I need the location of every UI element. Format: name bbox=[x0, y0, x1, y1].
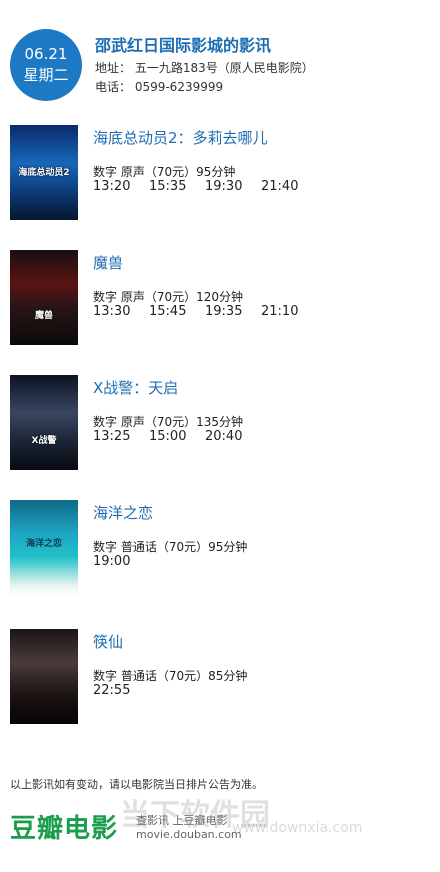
movie-item: 海洋之恋 海洋之恋 数字 普通话（70元）95分钟 19:00 bbox=[10, 500, 430, 596]
logo-url[interactable]: movie.douban.com bbox=[136, 828, 242, 841]
movie-info: 数字 原声（70元）95分钟 bbox=[93, 165, 236, 179]
douban-movie-logo[interactable]: 豆瓣电影 bbox=[10, 808, 118, 845]
logo-slogan: 查影讯 上豆瓣电影 bbox=[136, 814, 228, 827]
movie-info: 数字 原声（70元）135分钟 bbox=[93, 415, 243, 429]
showtime: 22:55 bbox=[93, 683, 131, 698]
showtimes: 13:20 15:35 19:30 21:40 bbox=[93, 179, 317, 194]
movie-title[interactable]: 海底总动员2：多莉去哪儿 bbox=[93, 127, 268, 148]
cinema-address: 地址： 五一九路183号（原人民电影院） bbox=[95, 61, 314, 75]
cinema-name[interactable]: 邵武红日国际影城的影讯 bbox=[95, 32, 271, 56]
showtimes: 13:25 15:00 20:40 bbox=[93, 429, 261, 444]
movie-item: X战警 X战警：天启 数字 原声（70元）135分钟 13:25 15:00 20:… bbox=[10, 375, 430, 471]
showtime: 21:10 bbox=[261, 304, 299, 319]
movie-title[interactable]: 魔兽 bbox=[93, 252, 123, 273]
date-text: 06.21 bbox=[24, 45, 68, 63]
cinema-phone[interactable]: 电话： 0599-6239999 bbox=[95, 78, 223, 95]
showtime: 19:00 bbox=[93, 554, 131, 569]
date-badge: 06.21 星期二 bbox=[10, 29, 82, 101]
poster-title: X战警 bbox=[31, 436, 57, 446]
showtime: 13:20 bbox=[93, 179, 131, 194]
showtime: 19:35 bbox=[205, 304, 243, 319]
movie-item: 魔兽 魔兽 数字 原声（70元）120分钟 13:30 15:45 19:35 21:… bbox=[10, 250, 430, 346]
showtime: 15:35 bbox=[149, 179, 187, 194]
movie-poster[interactable]: X战警 bbox=[10, 375, 78, 470]
movie-info: 数字 普通话（70元）95分钟 bbox=[93, 540, 248, 554]
movie-info: 数字 普通话（70元）85分钟 bbox=[93, 669, 248, 683]
watermark-url: www.downxia.com bbox=[232, 820, 363, 836]
movie-info: 数字 原声（70元）120分钟 bbox=[93, 290, 243, 304]
showtime: 20:40 bbox=[205, 429, 243, 444]
showtime: 13:25 bbox=[93, 429, 131, 444]
movie-poster[interactable] bbox=[10, 629, 78, 724]
showtimes: 19:00 bbox=[93, 554, 149, 569]
poster-title: 海底总动员2 bbox=[18, 168, 70, 178]
showtimes: 13:30 15:45 19:35 21:10 bbox=[93, 304, 317, 319]
weekday-text: 星期二 bbox=[23, 66, 69, 84]
poster-title: 海洋之恋 bbox=[25, 539, 62, 549]
movie-item: 海底总动员2 海底总动员2：多莉去哪儿 数字 原声（70元）95分钟 13:20… bbox=[10, 125, 430, 221]
movie-item: 筷仙 数字 普通话（70元）85分钟 22:55 bbox=[10, 629, 430, 725]
movie-title[interactable]: 筷仙 bbox=[93, 631, 123, 652]
movie-poster[interactable]: 魔兽 bbox=[10, 250, 78, 345]
showtime: 19:30 bbox=[205, 179, 243, 194]
movie-poster[interactable]: 海底总动员2 bbox=[10, 125, 78, 220]
showtime: 15:45 bbox=[149, 304, 187, 319]
movie-poster[interactable]: 海洋之恋 bbox=[10, 500, 78, 595]
movie-title[interactable]: 海洋之恋 bbox=[93, 502, 153, 523]
showtimes: 22:55 bbox=[93, 683, 149, 698]
showtime: 15:00 bbox=[149, 429, 187, 444]
showtime: 13:30 bbox=[93, 304, 131, 319]
poster-title: 魔兽 bbox=[34, 311, 53, 321]
movie-title[interactable]: X战警：天启 bbox=[93, 377, 178, 398]
showtime: 21:40 bbox=[261, 179, 299, 194]
